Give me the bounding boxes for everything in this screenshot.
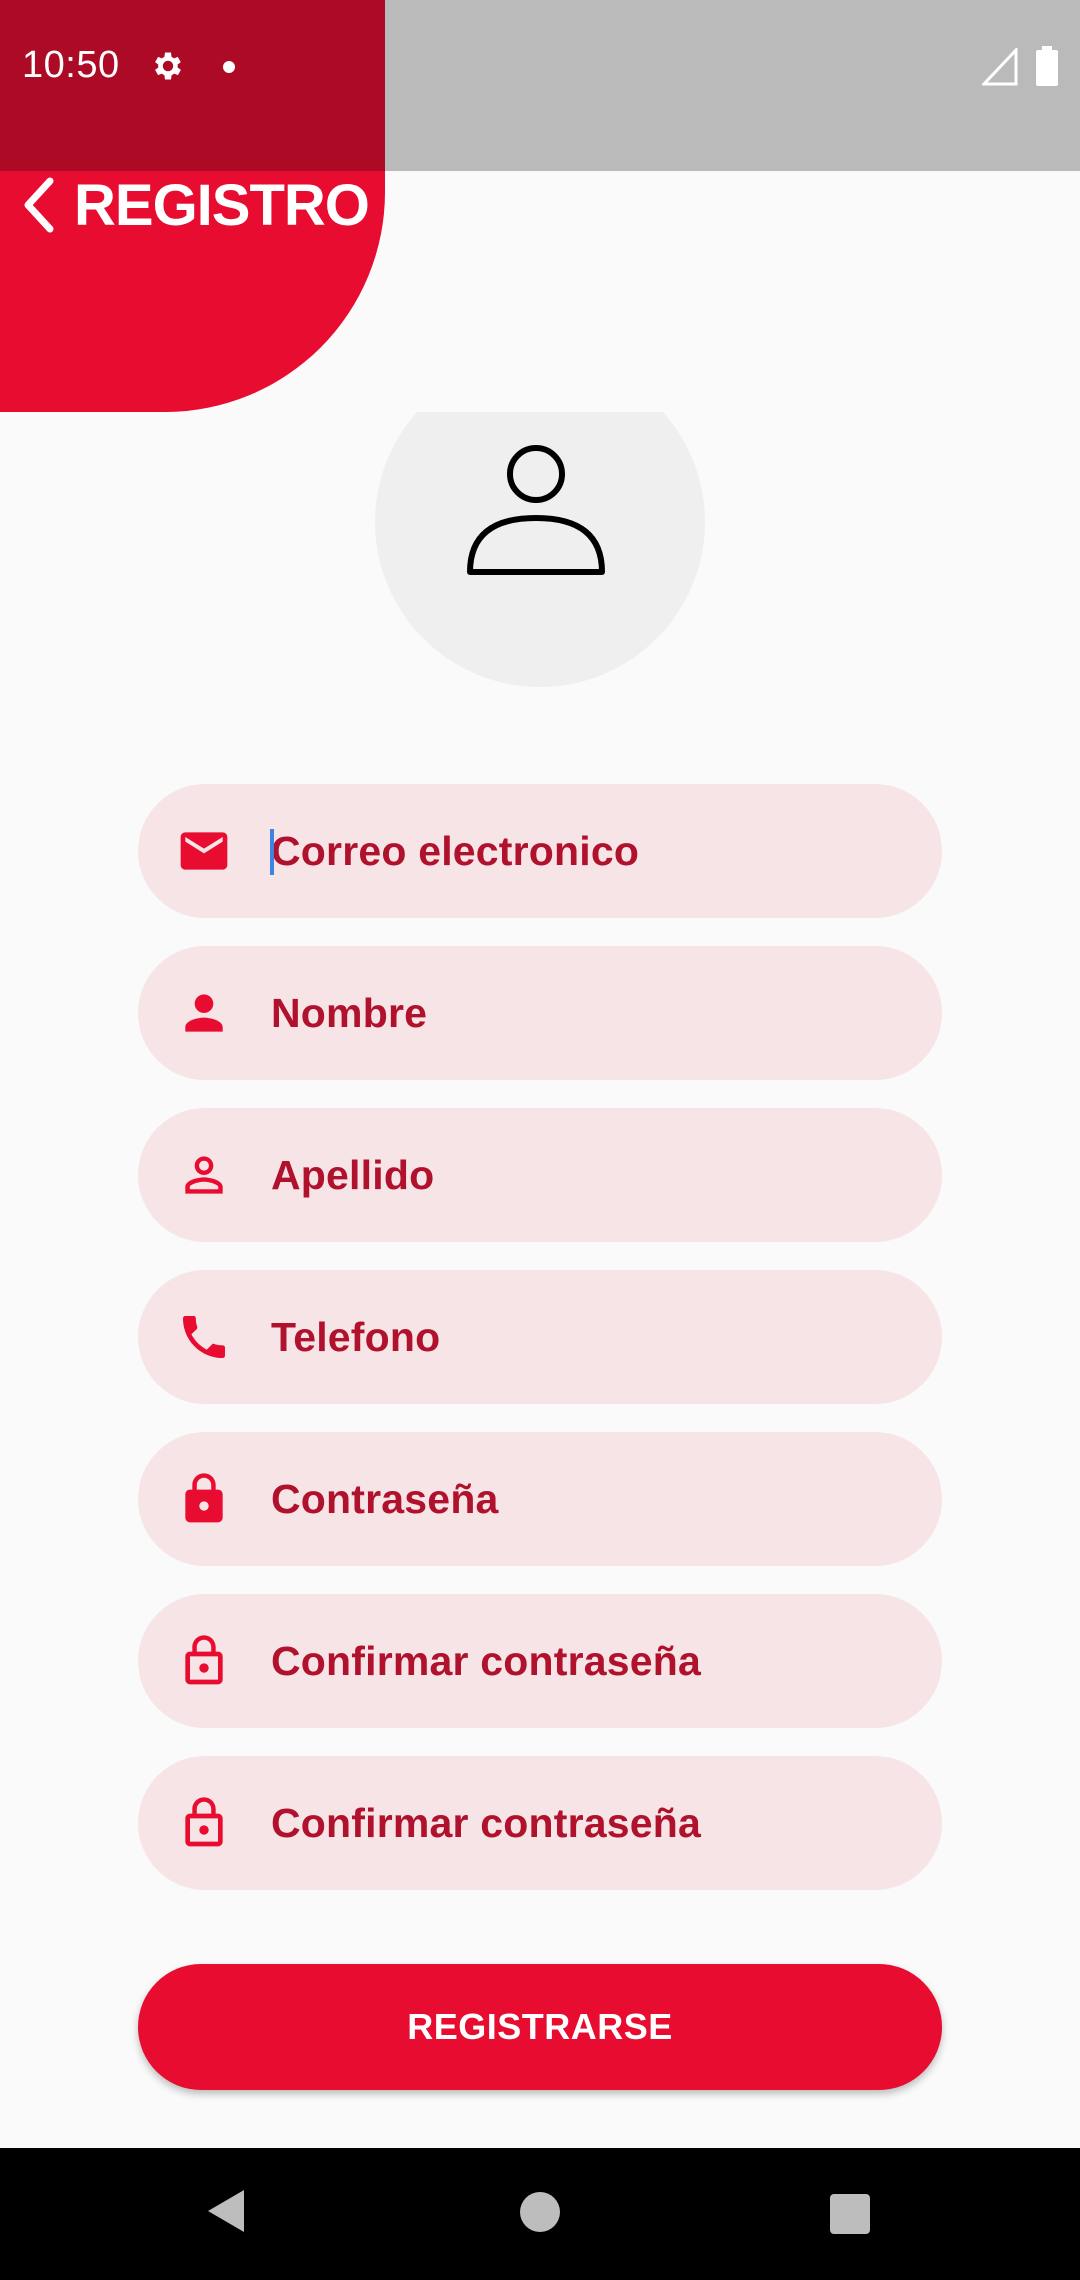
lock-outline-icon — [185, 1635, 223, 1685]
status-time: 10:50 — [22, 44, 120, 86]
notification-dot-icon — [223, 61, 235, 73]
last-name-field[interactable] — [138, 1108, 942, 1242]
nav-home-icon[interactable] — [520, 2192, 560, 2232]
first-name-input[interactable] — [271, 990, 891, 1037]
nav-back-icon[interactable] — [204, 2186, 248, 2236]
email-field[interactable] — [138, 784, 942, 918]
email-icon — [180, 832, 228, 870]
phone-icon — [183, 1316, 225, 1358]
password-field[interactable] — [138, 1432, 942, 1566]
confirm-password-field[interactable] — [138, 1594, 942, 1728]
password-input[interactable] — [271, 1476, 891, 1523]
person-outline-icon — [467, 445, 605, 575]
register-button[interactable]: REGISTRARSE — [138, 1964, 942, 2090]
last-name-input[interactable] — [271, 1152, 891, 1199]
confirm-password-field-2[interactable] — [138, 1756, 942, 1890]
lock-filled-icon — [185, 1473, 223, 1523]
nav-recents-icon[interactable] — [830, 2194, 870, 2234]
confirm-password-input[interactable] — [271, 1638, 891, 1685]
lock-outline-icon — [185, 1797, 223, 1847]
signal-icon — [982, 48, 1018, 86]
confirm-password-input-2[interactable] — [271, 1800, 891, 1847]
avatar-top-cutout — [360, 340, 720, 412]
email-input[interactable] — [271, 828, 891, 875]
page-title: REGISTRO — [74, 173, 370, 238]
battery-icon — [1036, 46, 1058, 86]
text-cursor — [270, 829, 274, 875]
system-nav-bar — [0, 2148, 1080, 2280]
back-button[interactable] — [14, 174, 64, 236]
phone-input[interactable] — [271, 1314, 891, 1361]
first-name-field[interactable] — [138, 946, 942, 1080]
chevron-left-icon — [24, 177, 54, 233]
settings-gear-icon — [155, 52, 181, 80]
person-outline-icon — [185, 1156, 223, 1194]
person-filled-icon — [185, 994, 223, 1032]
phone-field[interactable] — [138, 1270, 942, 1404]
